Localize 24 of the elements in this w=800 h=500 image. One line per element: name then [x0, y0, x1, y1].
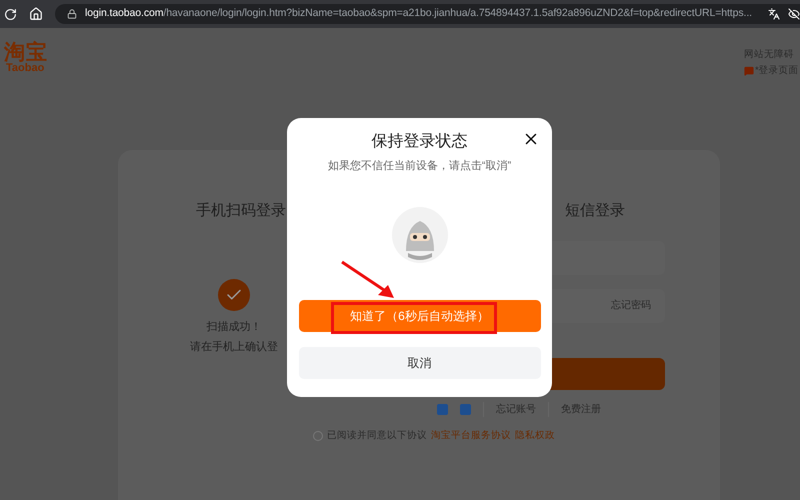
confirm-on-phone-text: 请在手机上确认登: [190, 340, 278, 355]
logo-chinese-text: 淘宝: [4, 42, 48, 63]
scan-success-text: 扫描成功！: [206, 320, 262, 334]
success-check-icon: [218, 278, 250, 310]
confirm-button[interactable]: 知道了（6秒后自动选择）: [298, 300, 540, 332]
agreement-link[interactable]: 隐私权政: [515, 428, 555, 443]
dialog-title: 保持登录状态: [372, 132, 468, 152]
agreement-link[interactable]: 淘宝平台服务协议: [431, 428, 511, 443]
url-text: login.taobao.com/havanaone/login/login.htm?bizName=taobao&spm=a21bo.jianhua/a.754894437.1.5af92a896uZND2&f=top&redirectURL=https...: [85, 6, 752, 22]
taobao-logo[interactable]: 淘宝 Taobao: [4, 42, 48, 148]
lock-icon: [67, 9, 77, 19]
reload-icon[interactable]: [4, 8, 17, 20]
cancel-button[interactable]: 取消: [298, 346, 540, 378]
logo-english-text: Taobao: [5, 63, 46, 74]
address-bar[interactable]: login.taobao.com/havanaone/login/login.htm?bizName=taobao&spm=a21bo.jianhua/a.754894437.1.5af92a896uZND2&f=top&redirectURL=https...: [55, 4, 800, 24]
qr-login-title[interactable]: 手机扫码登录: [196, 200, 286, 222]
sms-login-tab[interactable]: 短信登录: [565, 200, 625, 222]
home-icon[interactable]: [29, 7, 43, 21]
annotation-arrow: [340, 260, 396, 300]
translate-icon[interactable]: [768, 8, 780, 20]
avatar-illustration: [392, 206, 448, 262]
eye-off-icon[interactable]: [788, 8, 800, 20]
agreement-checkbox[interactable]: [313, 430, 323, 441]
dialog-subtitle: 如果您不信任当前设备，请点击“取消”: [328, 158, 512, 174]
